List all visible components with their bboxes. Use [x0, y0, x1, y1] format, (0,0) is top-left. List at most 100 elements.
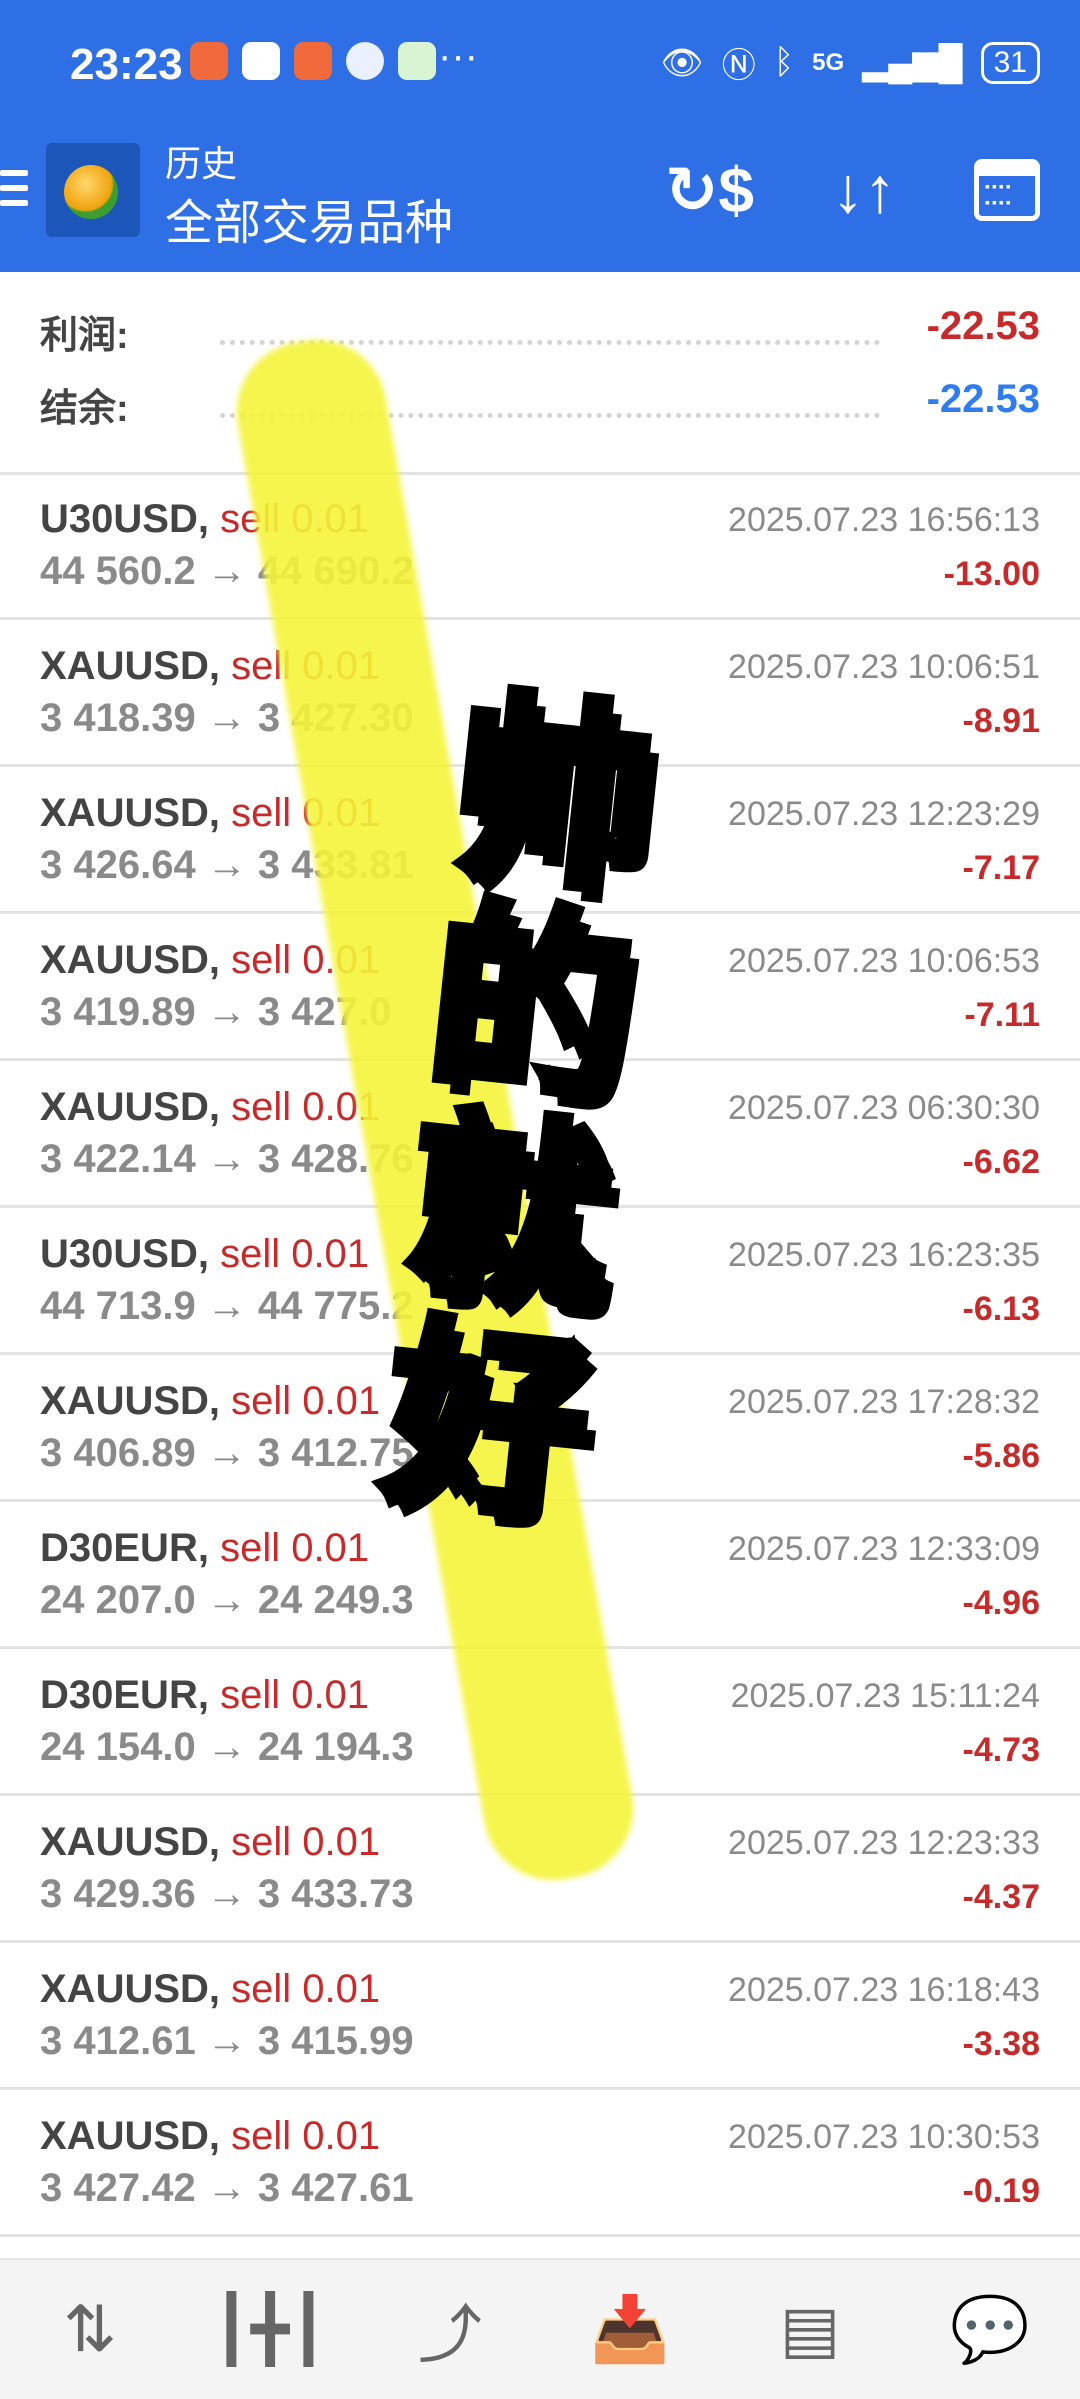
- deal-type: sell 0.01: [220, 1967, 381, 2011]
- news-icon[interactable]: ▤: [765, 2285, 855, 2375]
- deal-profit: -7.11: [964, 996, 1040, 1034]
- deal-prices: 3 412.61 → 3 415.99: [40, 2019, 414, 2063]
- hamburger-icon[interactable]: [0, 170, 28, 215]
- deal-profit: -13.00: [943, 555, 1040, 593]
- balance-label: 结余:: [40, 388, 129, 430]
- deal-prices: 24 154.0 → 24 194.3: [40, 1725, 414, 1769]
- symbol-name: U30USD,: [40, 497, 209, 541]
- deal-time: 2025.07.23 16:23:35: [728, 1236, 1040, 1274]
- currency-exchange-icon[interactable]: ↻$: [665, 155, 754, 225]
- deal-type: sell 0.01: [220, 1820, 381, 1864]
- symbol-name: D30EUR,: [40, 1673, 209, 1717]
- app-bar: 历史 全部交易品种 ↻$ ↓↑: [0, 125, 1080, 272]
- eco-notification-icon: [398, 42, 436, 80]
- app-bar-actions: ↻$ ↓↑: [665, 155, 1040, 225]
- deal-time: 2025.07.23 12:23:29: [728, 795, 1040, 833]
- network-label: 5G: [812, 48, 845, 76]
- deal-symbol: U30USD, sell 0.01: [40, 1232, 369, 1277]
- upload-notification-icon: [242, 42, 280, 80]
- deal-time: 2025.07.23 10:06:51: [728, 648, 1040, 686]
- symbol-name: XAUUSD,: [40, 644, 221, 688]
- battery-icon: 31: [980, 41, 1040, 84]
- history-inbox-icon[interactable]: 📥: [585, 2285, 675, 2375]
- symbol-name: XAUUSD,: [40, 938, 221, 982]
- deal-row[interactable]: XAUUSD, sell 0.01 3 412.61 → 3 415.99 2025…: [0, 1943, 1080, 2090]
- quotes-icon[interactable]: ⇅: [45, 2285, 135, 2375]
- bluetooth-icon: ᛒ: [773, 43, 795, 81]
- profit-value: -22.53: [926, 304, 1040, 348]
- status-time: 23:23: [70, 40, 183, 89]
- deal-profit: -8.91: [962, 702, 1041, 740]
- deal-profit: -4.73: [962, 1731, 1041, 1769]
- symbol-name: XAUUSD,: [40, 1085, 221, 1129]
- balance-value: -22.53: [926, 377, 1040, 421]
- deal-type: sell 0.01: [208, 1673, 370, 1717]
- symbol-name: XAUUSD,: [40, 2114, 221, 2158]
- nfc-icon: Ⓝ: [721, 47, 756, 85]
- balance-row: 结余: -22.53: [40, 377, 1040, 437]
- symbol-name: XAUUSD,: [40, 1379, 221, 1423]
- deal-time: 2025.07.23 10:06:53: [728, 942, 1040, 980]
- deal-profit: -5.86: [962, 1437, 1041, 1475]
- symbol-name: D30EUR,: [40, 1526, 209, 1570]
- deal-type: sell 0.01: [220, 2114, 381, 2158]
- signal-icon: ▂▄▆█: [862, 43, 963, 82]
- symbol-name: U30USD,: [40, 1232, 209, 1276]
- symbol-name: XAUUSD,: [40, 1967, 221, 2011]
- deal-prices: 3 422.14 → 3 428.76: [40, 1137, 414, 1181]
- deal-time: 2025.07.23 12:23:33: [728, 1824, 1040, 1862]
- page-title: 历史: [165, 143, 238, 184]
- metatrader-logo-icon: [46, 143, 140, 237]
- system-icons: 👁 Ⓝ ᛒ 5G ▂▄▆█ 31: [661, 38, 1040, 87]
- deal-time: 2025.07.23 16:56:13: [728, 501, 1040, 539]
- symbol-name: XAUUSD,: [40, 791, 221, 835]
- deal-symbol: XAUUSD, sell 0.01: [40, 1379, 380, 1424]
- app-notification-icon: [190, 42, 228, 80]
- deal-profit: -4.96: [962, 1584, 1041, 1622]
- deal-profit: -7.17: [962, 849, 1041, 887]
- deal-time: 2025.07.23 12:33:09: [728, 1530, 1040, 1568]
- deal-time: 2025.07.23 06:30:30: [728, 1089, 1040, 1127]
- deal-symbol: XAUUSD, sell 0.01: [40, 2114, 380, 2159]
- eye-icon: 👁: [660, 43, 704, 82]
- top-bar: 23:23 ··· 👁 Ⓝ ᛒ 5G ▂▄▆█ 31 历史 全部交易品种 ↻$ …: [0, 0, 1080, 272]
- deal-profit: -6.13: [962, 1290, 1041, 1328]
- status-bar: 23:23 ··· 👁 Ⓝ ᛒ 5G ▂▄▆█ 31: [0, 0, 1080, 125]
- deal-time: 2025.07.23 15:11:24: [730, 1677, 1040, 1715]
- deal-profit: -0.19: [962, 2172, 1041, 2210]
- sort-icon[interactable]: ↓↑: [832, 155, 896, 225]
- profit-label: 利润:: [40, 315, 129, 357]
- history-summary: 利润: -22.53 结余: -22.53: [0, 272, 1080, 475]
- deal-row[interactable]: XAUUSD, sell 0.01 3 427.42 → 3 427.61 2025…: [0, 2090, 1080, 2237]
- deal-time: 2025.07.23 10:30:53: [728, 2118, 1040, 2156]
- bottom-navigation: ⇅ ┃╋┃ ⤴ 📥 ▤ 💬: [0, 2258, 1080, 2399]
- trade-icon[interactable]: ⤴: [405, 2285, 495, 2375]
- deal-profit: -6.62: [962, 1143, 1041, 1181]
- notification-icons: [190, 42, 436, 80]
- chart-candles-icon[interactable]: ┃╋┃: [212, 2285, 328, 2375]
- deal-symbol: XAUUSD, sell 0.01: [40, 1085, 380, 1130]
- symbol-name: XAUUSD,: [40, 1820, 221, 1864]
- deal-row[interactable]: U30USD, sell 0.0144 560.2 → 44 690.22025…: [0, 473, 1080, 620]
- calendar-icon[interactable]: [974, 159, 1040, 221]
- deal-symbol: D30EUR, sell 0.01: [40, 1526, 369, 1571]
- app-notification-icon: [294, 42, 332, 80]
- deal-prices: 24 207.0 → 24 249.3: [40, 1578, 414, 1622]
- deal-profit: -3.38: [962, 2025, 1041, 2063]
- deal-time: 2025.07.23 17:28:32: [728, 1383, 1040, 1421]
- deal-symbol: XAUUSD, sell 0.01: [40, 1820, 380, 1865]
- more-notifications-icon: ···: [438, 34, 478, 78]
- symbol-filter[interactable]: 全部交易品种: [165, 183, 453, 253]
- deal-symbol: XAUUSD, sell 0.01: [40, 1967, 380, 2012]
- deal-symbol: D30EUR, sell 0.01: [40, 1673, 369, 1718]
- deal-time: 2025.07.23 16:18:43: [728, 1971, 1040, 2009]
- battery-level: 31: [993, 45, 1027, 79]
- voice-notification-icon: [346, 42, 384, 80]
- deal-prices: 3 427.42 → 3 427.61: [40, 2166, 414, 2210]
- deal-type: sell 0.01: [208, 1526, 370, 1570]
- deal-prices: 3 429.36 → 3 433.73: [40, 1872, 414, 1916]
- chat-icon[interactable]: 💬: [945, 2285, 1035, 2375]
- profit-row: 利润: -22.53: [40, 304, 1040, 364]
- deal-type: sell 0.01: [208, 1232, 370, 1276]
- deal-profit: -4.37: [962, 1878, 1041, 1916]
